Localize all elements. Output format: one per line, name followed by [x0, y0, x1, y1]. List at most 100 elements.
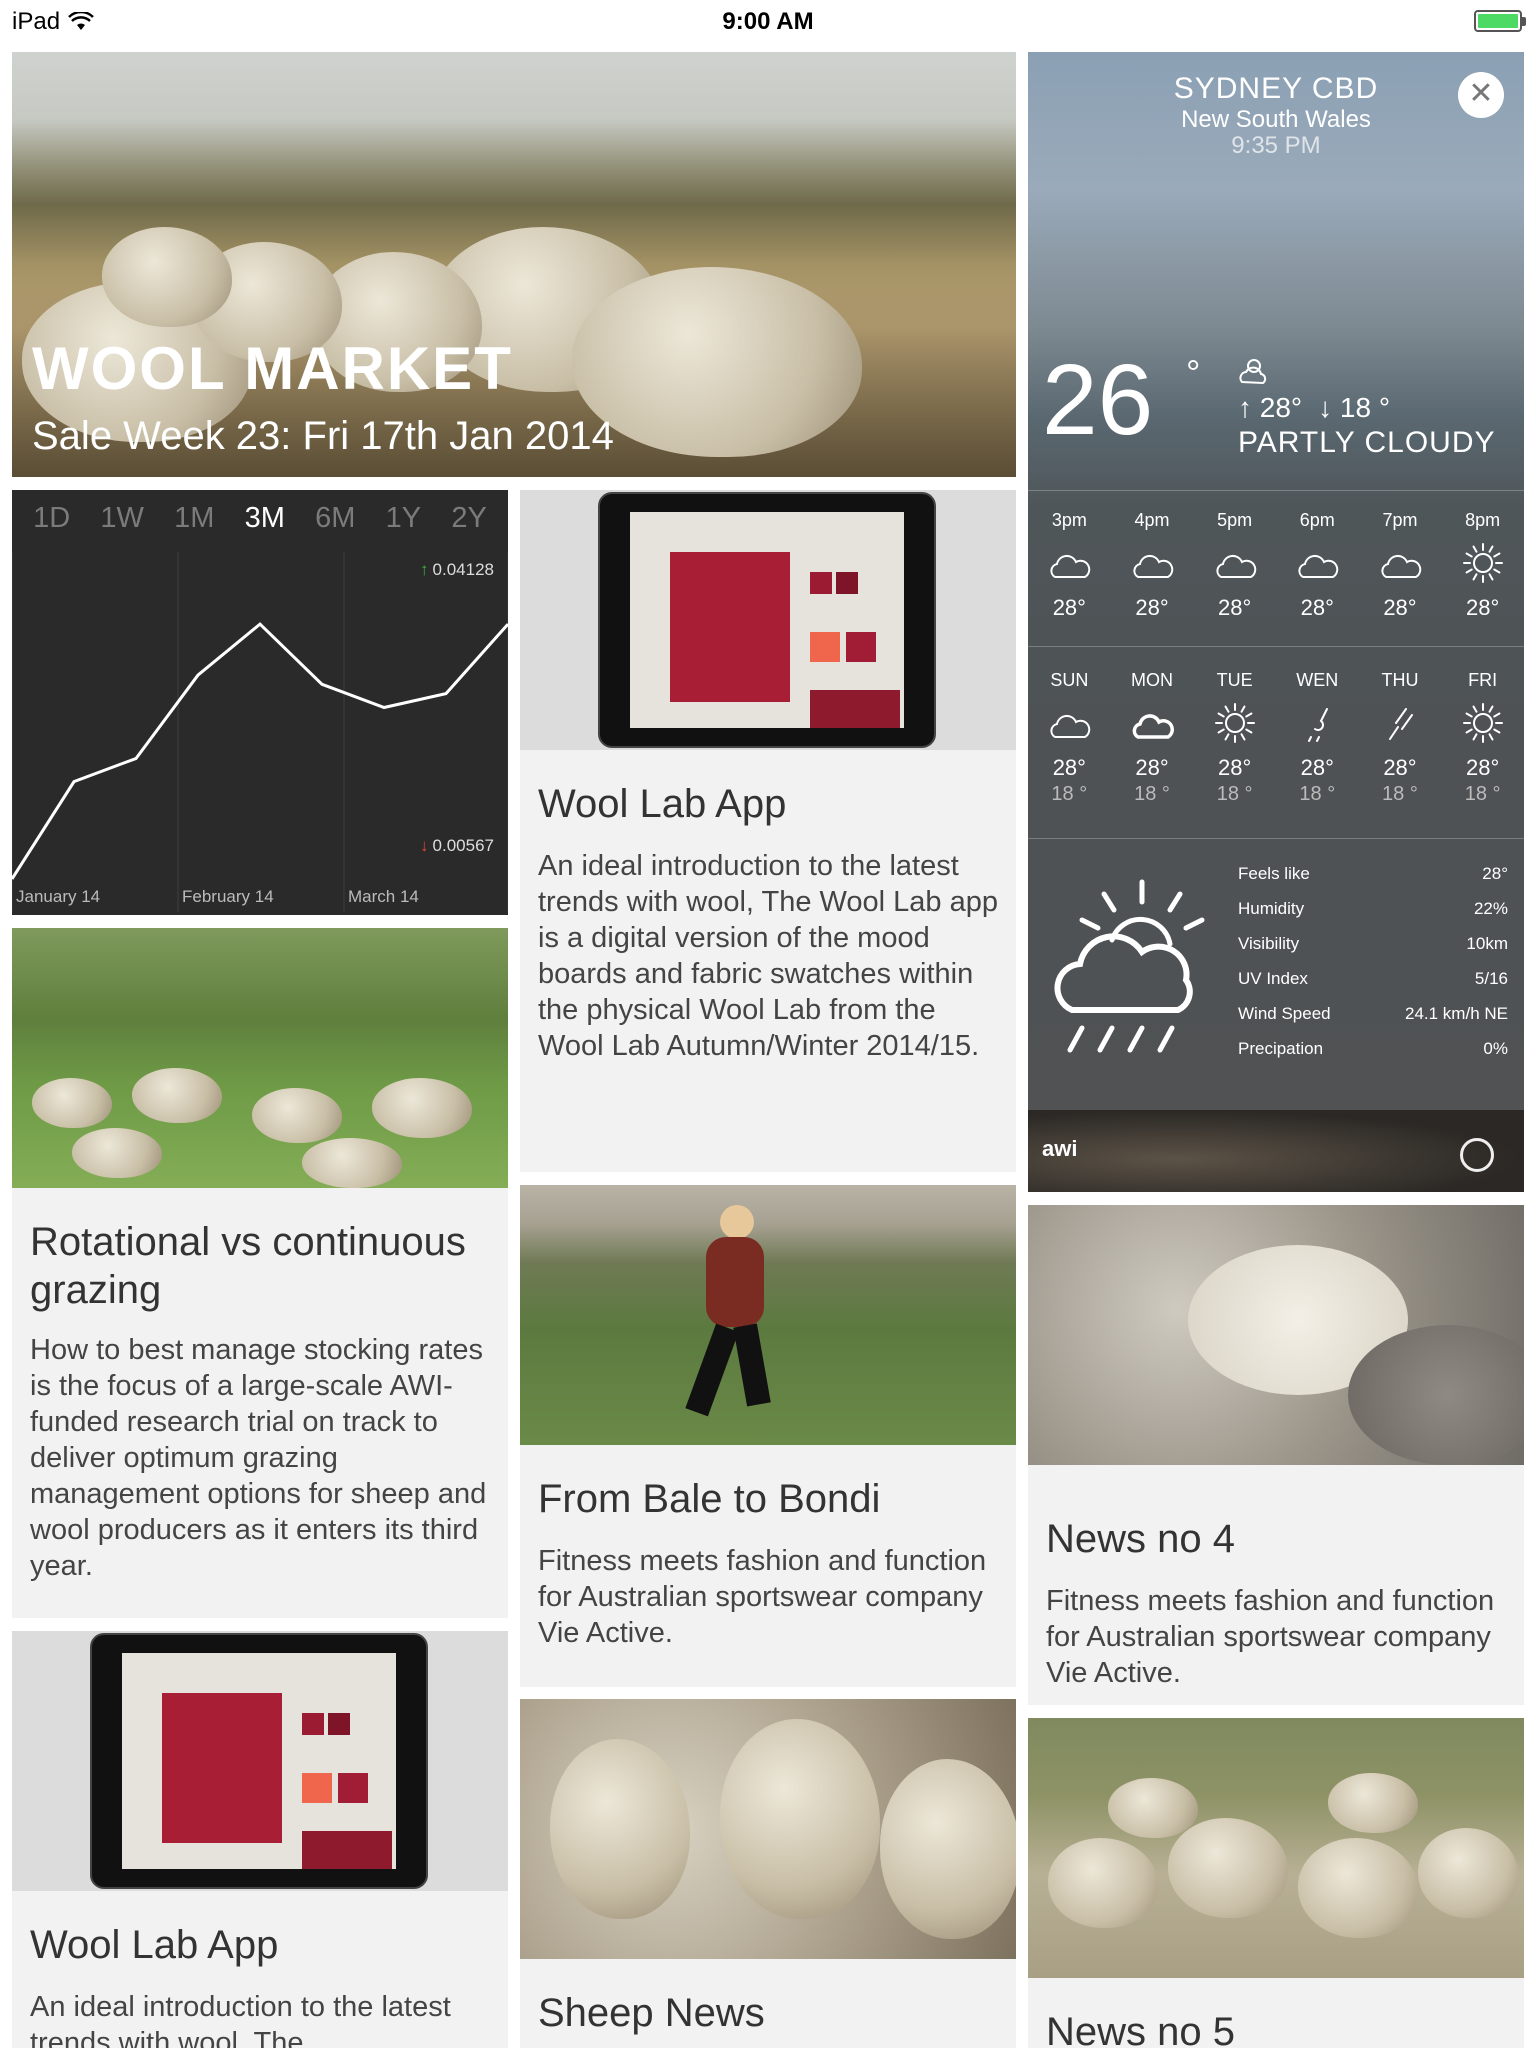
- hourly-forecast: 3pm 28° 4pm 28° 5pm 28° 6pm 28° 7pm 28° 8pm 28°: [1028, 510, 1524, 621]
- sheep-news-card[interactable]: Sheep News: [520, 1699, 1016, 2048]
- day-label: WEN: [1296, 670, 1339, 690]
- wool-market-hero[interactable]: WOOL MARKET Sale Week 23: Fri 17th Jan 2…: [12, 52, 1016, 477]
- card-body: Fitness meets fashion and function for A…: [538, 1545, 987, 1649]
- cloud-icon: [1034, 699, 1104, 747]
- weather-city: SYDNEY CBD: [1173, 72, 1379, 105]
- price-chart: 1D 1W 1M 3M 6M 1Y 2Y ↑ 0.04128 ↓ 0.00567 January…: [12, 490, 508, 915]
- weather-time: 9:35 PM: [1231, 132, 1321, 159]
- stat-row: Precipation 0%: [1238, 1039, 1508, 1074]
- hour-7pm: 7pm 28°: [1365, 510, 1435, 621]
- hour-label: 7pm: [1382, 510, 1418, 530]
- hour-label: 4pm: [1134, 510, 1170, 530]
- cloud-icon: [1200, 539, 1270, 587]
- day-label: TUE: [1216, 670, 1253, 690]
- card-title: News no 4: [1046, 1517, 1235, 1561]
- hour-temp: 28°: [1218, 595, 1252, 620]
- cloud-icon: [1034, 539, 1104, 587]
- day-temp: 28°: [1465, 755, 1500, 780]
- hour-label: 6pm: [1299, 510, 1335, 530]
- stat-label: Feels like: [1238, 864, 1310, 883]
- hour-temp: 28°: [1135, 595, 1169, 620]
- day-thu: THU 28° 18 °: [1365, 670, 1435, 806]
- day-temp: 28°: [1383, 755, 1417, 780]
- low-temp: ↓ 18 °: [1318, 392, 1391, 423]
- sun-icon: [1200, 699, 1270, 747]
- day-low: 18 °: [1382, 783, 1418, 805]
- wool-lab-image: [520, 490, 1016, 750]
- hour-4pm: 4pm 28°: [1117, 510, 1187, 621]
- card-title: Rotational vs continuous grazing: [30, 1220, 466, 1312]
- wool-lab-card-2[interactable]: Wool Lab App An ideal introduction to th…: [12, 1631, 508, 2048]
- day-low: 18 °: [1134, 783, 1170, 805]
- hour-5pm: 5pm 28°: [1200, 510, 1270, 621]
- cloud-icon: [1282, 539, 1352, 587]
- day-label: FRI: [1468, 670, 1498, 690]
- day-low: 18 °: [1299, 783, 1336, 805]
- news4-card[interactable]: News no 4 Fitness meets fashion and func…: [1028, 1205, 1524, 1705]
- hour-label: 3pm: [1051, 510, 1087, 530]
- close-button[interactable]: ✕: [1458, 72, 1504, 118]
- stat-label: UV Index: [1238, 969, 1308, 988]
- runner-image: [520, 1185, 1016, 1445]
- sun-icon: [1448, 699, 1518, 747]
- cloud-icon: [1117, 539, 1187, 587]
- day-low: 18 °: [1216, 783, 1253, 805]
- day-temp: 28°: [1300, 755, 1334, 780]
- day-mon: MON 28° 18 °: [1117, 670, 1187, 806]
- news5-card[interactable]: News no 5: [1028, 1718, 1524, 2048]
- hour-temp: 28°: [1300, 595, 1334, 620]
- day-label: THU: [1381, 670, 1419, 690]
- daily-forecast: SUN 28° 18 ° MON 28° 18 ° TUE 28° 18 ° WEN 28° 18 °…: [1028, 670, 1524, 806]
- ipad-mockup: [90, 1633, 428, 1889]
- day-fri: FRI 28° 18 °: [1448, 670, 1518, 806]
- day-label: SUN: [1050, 670, 1089, 690]
- sun-icon: [1448, 539, 1518, 587]
- stat-label: Precipation: [1238, 1039, 1324, 1058]
- hero-title: WOOL MARKET: [32, 335, 513, 402]
- awi-logo: awi: [1042, 1136, 1078, 1161]
- stat-row: Visibility 10km: [1238, 934, 1508, 969]
- day-temp: 28°: [1135, 755, 1169, 780]
- hour-temp: 28°: [1052, 595, 1086, 620]
- card-title: Sheep News: [538, 1991, 765, 2035]
- stat-label: Visibility: [1238, 934, 1300, 953]
- cloud-icon: [1365, 539, 1435, 587]
- hour-temp: 28°: [1383, 595, 1417, 620]
- weather-region: New South Wales: [1181, 106, 1371, 133]
- stat-label: Wind Speed: [1238, 1004, 1331, 1023]
- woolmark-logo: [1460, 1138, 1494, 1172]
- bondi-card[interactable]: From Bale to Bondi Fitness meets fashion…: [520, 1185, 1016, 1687]
- high-label: ↑ 0.04128: [420, 560, 494, 579]
- card-body: An ideal introduction to the latest tren…: [30, 1991, 451, 2048]
- card-title: Wool Lab App: [538, 782, 787, 826]
- stat-value: 5/16: [1474, 969, 1508, 988]
- stat-row: UV Index 5/16: [1238, 969, 1508, 1004]
- weather-condition: PARTLY CLOUDY: [1238, 426, 1496, 459]
- current-temp: 26: [1042, 344, 1154, 456]
- grazing-card[interactable]: Rotational vs continuous grazing How to …: [12, 928, 508, 1618]
- wool-lab-card[interactable]: Wool Lab App An ideal introduction to th…: [520, 490, 1016, 1172]
- stat-row: Wind Speed 24.1 km/h NE: [1238, 1004, 1508, 1039]
- ipad-mockup: [598, 492, 936, 748]
- day-label: MON: [1130, 670, 1173, 690]
- x-tick-label: March 14: [348, 887, 419, 906]
- card-title: Wool Lab App: [30, 1923, 279, 1967]
- day-tue: TUE 28° 18 °: [1200, 670, 1270, 806]
- stat-value: 24.1 km/h NE: [1405, 1004, 1508, 1023]
- wool-lab-image: [12, 1631, 508, 1891]
- arrow-down-icon: ↓: [420, 836, 429, 855]
- hour-6pm: 6pm 28°: [1282, 510, 1352, 621]
- hour-8pm: 8pm 28°: [1448, 510, 1518, 621]
- stat-row: Humidity 22%: [1238, 899, 1508, 934]
- day-low: 18 °: [1464, 783, 1501, 805]
- hour-3pm: 3pm 28°: [1034, 510, 1104, 621]
- stat-row: Feels like 28°: [1238, 864, 1508, 899]
- hour-label: 8pm: [1465, 510, 1501, 530]
- heavy-cloud-icon: [1117, 699, 1187, 747]
- status-time: 9:00 AM: [722, 8, 814, 35]
- hour-temp: 28°: [1465, 595, 1500, 620]
- card-title: From Bale to Bondi: [538, 1477, 881, 1521]
- partly-cloudy-icon: [1239, 359, 1267, 385]
- hero-subtitle: Sale Week 23: Fri 17th Jan 2014: [32, 414, 614, 458]
- stat-label: Humidity: [1238, 899, 1305, 918]
